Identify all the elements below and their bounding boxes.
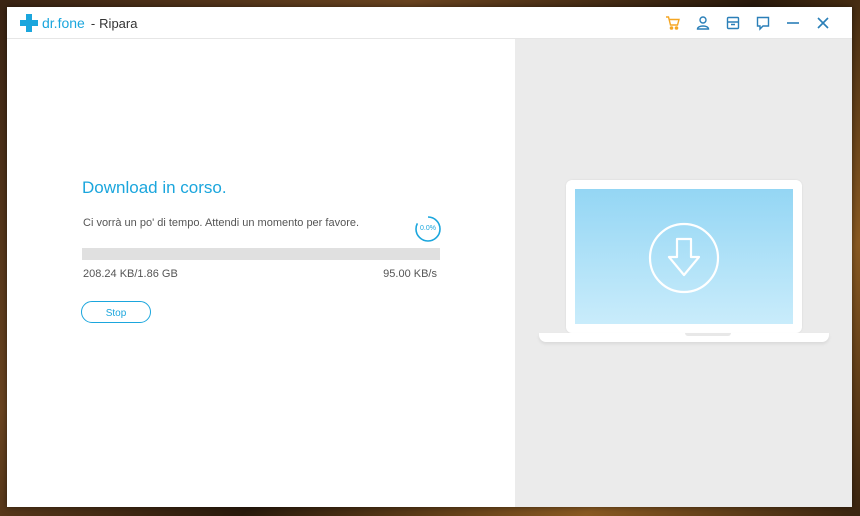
download-panel: Download in corso. Ci vorrà un po' di te… [7,39,515,507]
illustration-panel [515,39,852,507]
title-bar: dr.fone - Ripara [7,7,852,39]
progress-bar [82,248,440,260]
module-title: Ripara [99,15,138,31]
laptop-notch [685,333,731,336]
brand-name: dr.fone [42,15,85,31]
download-arrow-icon [647,221,721,295]
minimize-icon[interactable] [778,13,808,33]
chat-icon[interactable] [748,13,778,33]
feedback-icon[interactable] [718,13,748,33]
close-icon[interactable] [808,13,838,33]
cart-icon[interactable] [658,13,688,33]
download-message: Ci vorrà un po' di tempo. Attendi un mom… [83,217,360,229]
title-separator: - [90,15,96,31]
progress-percent: 0.0% [420,225,436,232]
laptop-base [539,333,829,342]
laptop-screen [575,189,793,324]
download-title: Download in corso. [82,178,227,197]
plus-logo-icon [20,14,38,32]
laptop-illustration [566,180,802,333]
title-bar-actions [658,13,838,33]
user-icon[interactable] [688,13,718,33]
download-size: 208.24 KB/1.86 GB [83,268,178,280]
progress-ring: 0.0% [414,215,442,243]
download-speed: 95.00 KB/s [383,268,437,280]
stop-button[interactable]: Stop [81,301,151,323]
app-window: dr.fone - Ripara Download in corso. Ci v… [7,7,852,507]
brand: dr.fone - Ripara [20,14,137,32]
